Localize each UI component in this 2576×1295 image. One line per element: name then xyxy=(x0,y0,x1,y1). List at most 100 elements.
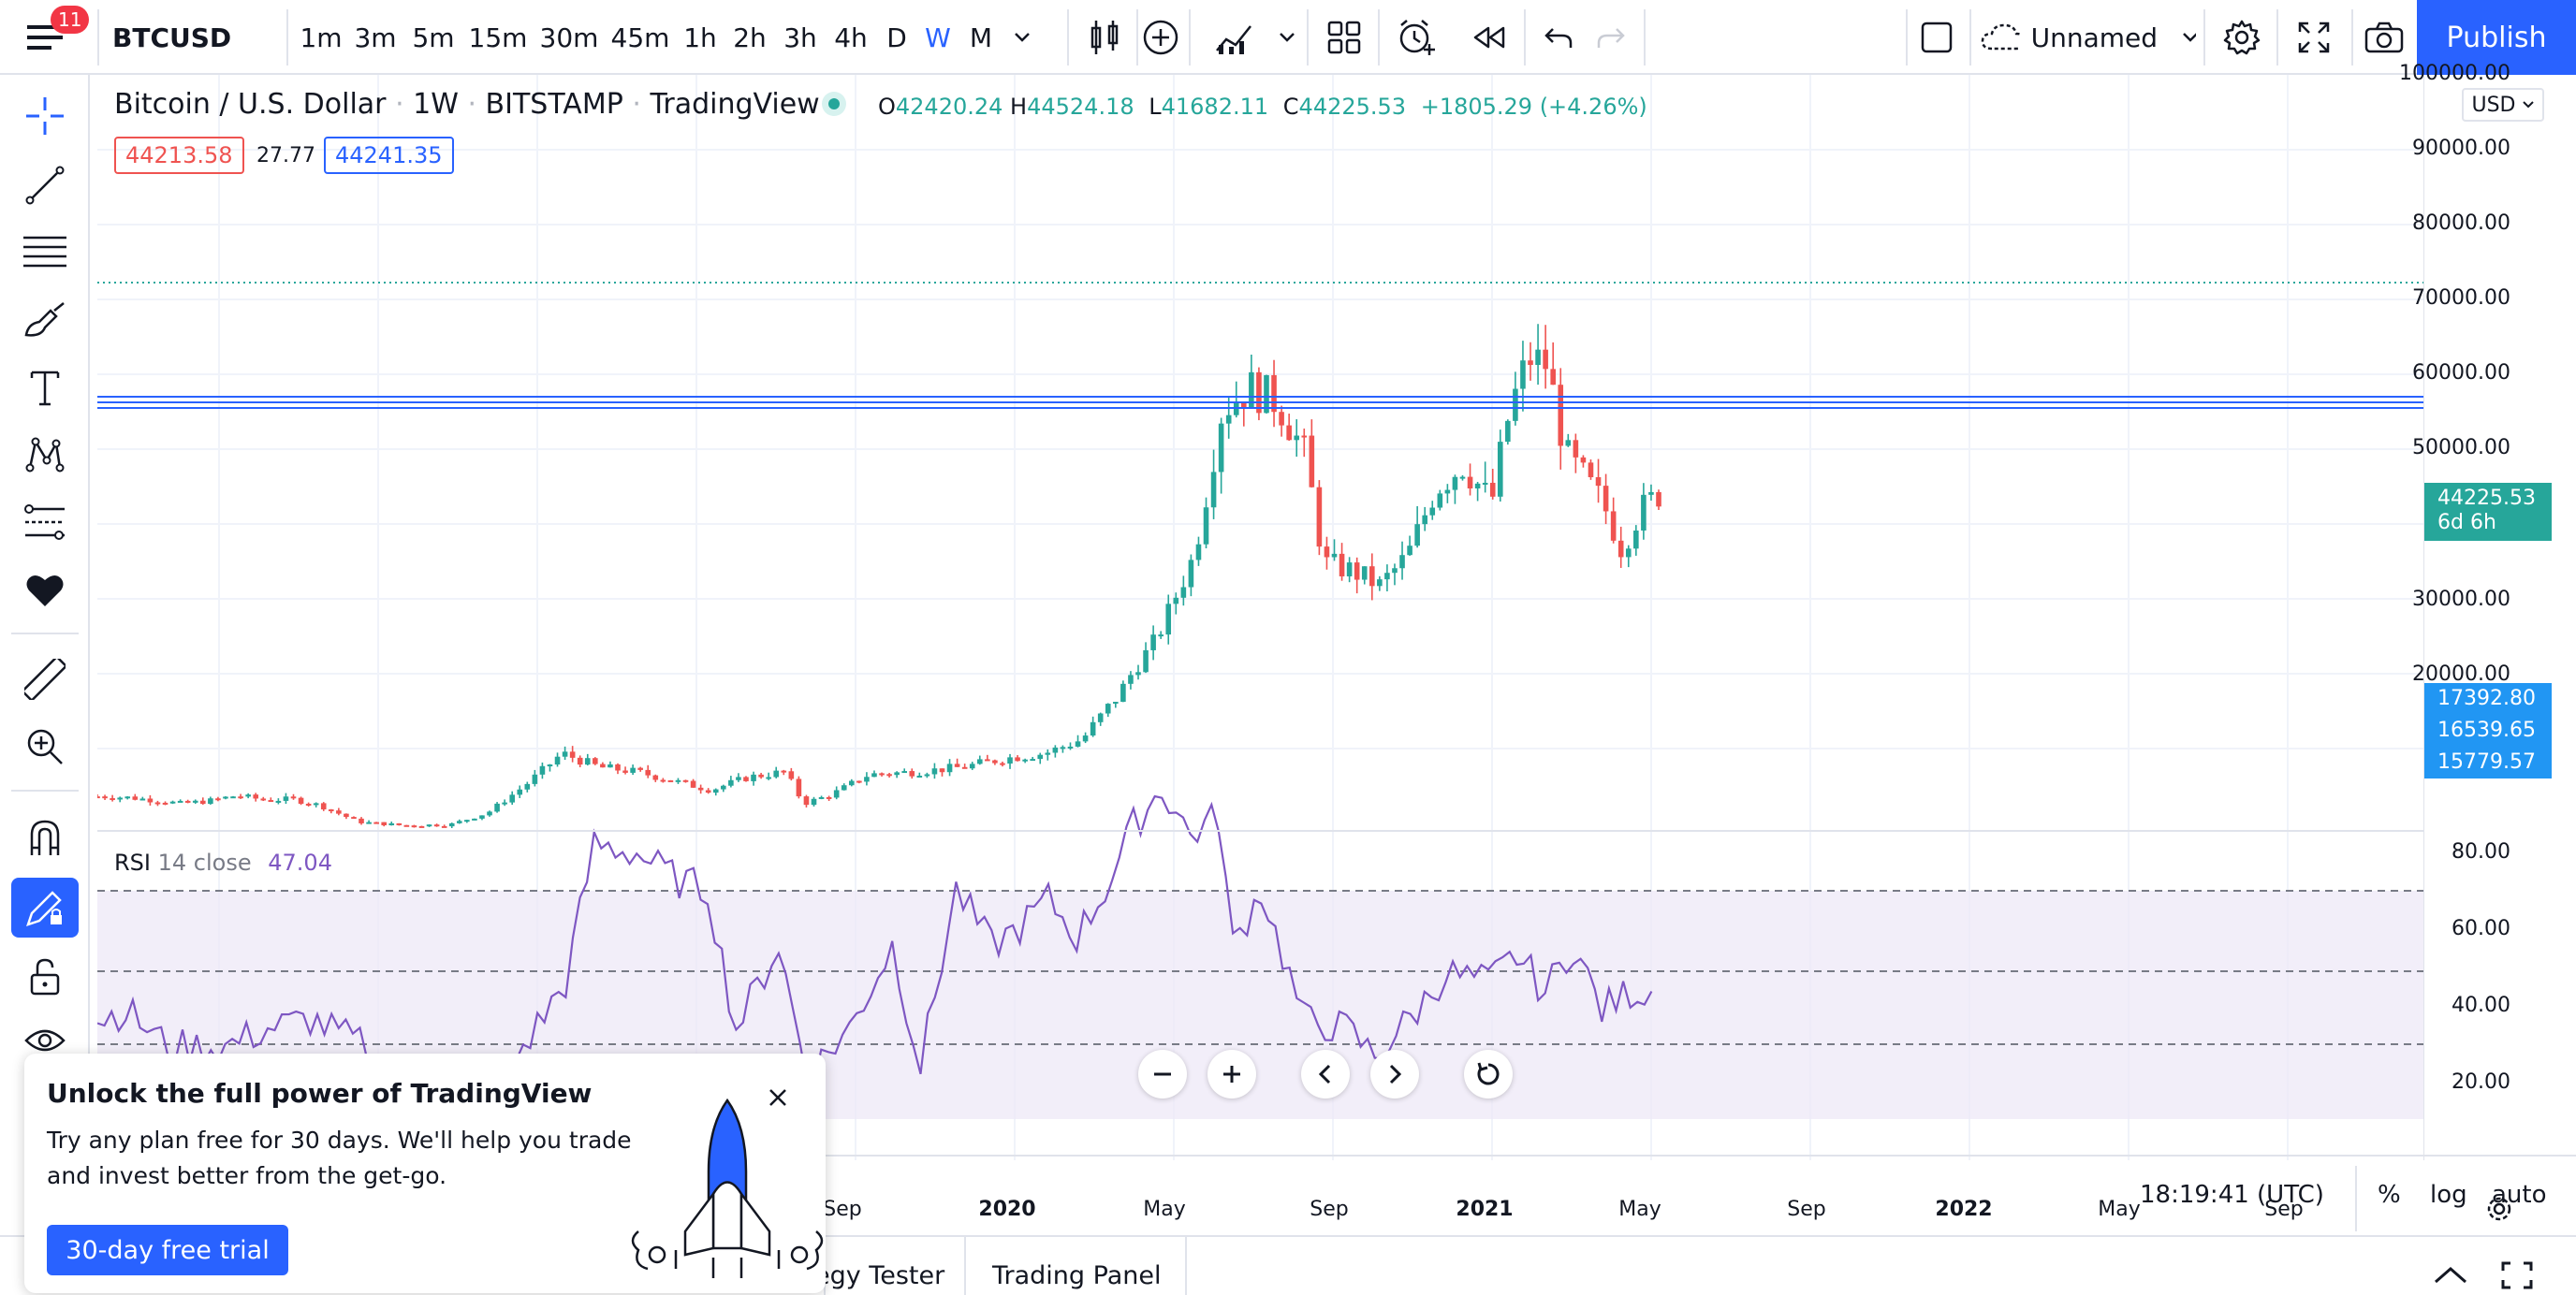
hline-label[interactable]: 16539.65 xyxy=(2424,715,2552,747)
hline-label[interactable]: 17392.80 xyxy=(2424,683,2552,715)
interval-15m[interactable]: 15m xyxy=(462,0,534,75)
candle-body xyxy=(1286,425,1292,441)
candle-body xyxy=(728,779,734,786)
scroll-right-button[interactable] xyxy=(1370,1050,1419,1099)
tab-trading-panel[interactable]: Trading Panel xyxy=(992,1261,1161,1290)
currency-dropdown[interactable]: USD xyxy=(2462,88,2544,122)
zoom-in-icon xyxy=(27,729,63,764)
stay-in-drawing-mode-tool[interactable] xyxy=(11,878,79,938)
plus-icon xyxy=(1223,1066,1240,1083)
alert-button[interactable] xyxy=(1389,0,1445,75)
free-trial-button[interactable]: 30-day free trial xyxy=(47,1225,288,1275)
reset-chart-button[interactable] xyxy=(1464,1050,1513,1099)
candle-body xyxy=(1543,349,1548,370)
candle-body xyxy=(736,777,741,780)
ohlc-values: O42420.24 H44524.18 L41682.11 C44225.53 … xyxy=(878,94,1647,120)
candle-body xyxy=(1573,440,1579,458)
candle-body xyxy=(1203,507,1209,545)
candle-body xyxy=(1316,487,1323,547)
scroll-left-button[interactable] xyxy=(1301,1050,1350,1099)
ohlc-high: 44524.18 xyxy=(1027,94,1134,120)
pattern-tool[interactable] xyxy=(11,425,79,485)
zoom-out-button[interactable] xyxy=(1138,1050,1187,1099)
interval-30m[interactable]: 30m xyxy=(534,0,605,75)
interval-1m[interactable]: 1m xyxy=(296,0,346,75)
chart-pane[interactable]: Bitcoin / U.S. Dollar · 1W · BITSTAMP · … xyxy=(97,62,2552,1221)
interval-dropdown[interactable] xyxy=(1003,0,1041,75)
maximize-panel-button[interactable] xyxy=(2501,1261,2533,1289)
candle-body xyxy=(630,767,636,773)
favorites-tool[interactable] xyxy=(11,560,79,619)
interval-bar: 1m 3m 5m 15m 30m 45m 1h 2h 3h 4h D W M xyxy=(296,0,1041,75)
rsi-value: 47.04 xyxy=(268,850,332,876)
candles-icon xyxy=(1090,21,1119,54)
alarm-clock-icon xyxy=(1399,20,1435,55)
trend-line-tool[interactable] xyxy=(11,155,79,215)
zoom-in-button[interactable] xyxy=(1208,1050,1256,1099)
candle-body xyxy=(916,776,923,778)
indicators-dropdown[interactable] xyxy=(1273,0,1301,75)
brush-tool[interactable] xyxy=(11,290,79,350)
candle-body xyxy=(1648,491,1654,495)
layout-templates-button[interactable] xyxy=(1316,0,1372,75)
fib-tool[interactable] xyxy=(11,223,79,283)
candle-body xyxy=(871,773,877,778)
expand-button[interactable] xyxy=(2278,0,2349,75)
interval-5m[interactable]: 5m xyxy=(404,0,462,75)
text-tool[interactable] xyxy=(11,357,79,417)
settings-button[interactable] xyxy=(2211,0,2273,75)
magnet-tool[interactable] xyxy=(11,808,79,868)
candle-body xyxy=(1407,546,1412,556)
interval-2h[interactable]: 2h xyxy=(724,0,775,75)
candle-body xyxy=(811,798,817,806)
interval-m[interactable]: M xyxy=(959,0,1003,75)
log-scale-toggle[interactable]: log xyxy=(2430,1181,2467,1209)
interval-45m[interactable]: 45m xyxy=(605,0,676,75)
collapse-panel-button[interactable] xyxy=(2432,1265,2469,1286)
date-tick: May xyxy=(1618,1198,1661,1221)
fullscreen-toggle[interactable] xyxy=(1913,0,1960,75)
candle-body xyxy=(1535,349,1541,366)
clock[interactable]: 18:19:41 (UTC) xyxy=(2140,1181,2324,1209)
layout-name-button[interactable]: Unnamed xyxy=(1981,0,2196,75)
chart-type-button[interactable] xyxy=(1076,0,1133,75)
interval-4h[interactable]: 4h xyxy=(826,0,876,75)
interval-w[interactable]: W xyxy=(917,0,959,75)
prediction-tool[interactable] xyxy=(11,492,79,552)
replay-button[interactable] xyxy=(1460,0,1516,75)
candle-body xyxy=(1617,540,1624,558)
candle-body xyxy=(1301,435,1308,438)
fib-retracement-icon xyxy=(23,236,66,268)
sell-price[interactable]: 44213.58 xyxy=(114,137,244,174)
lock-drawings-tool[interactable] xyxy=(11,947,79,1007)
buy-price[interactable]: 44241.35 xyxy=(324,137,454,174)
zoom-tool[interactable] xyxy=(11,717,79,777)
percent-scale-toggle[interactable]: % xyxy=(2378,1181,2401,1209)
candle-body xyxy=(1482,482,1488,485)
interval-d[interactable]: D xyxy=(876,0,917,75)
market-status-indicator[interactable] xyxy=(822,92,846,116)
interval-3h[interactable]: 3h xyxy=(775,0,826,75)
eye-icon xyxy=(24,1029,66,1052)
candle-body xyxy=(305,803,312,806)
interval-1h[interactable]: 1h xyxy=(676,0,724,75)
notification-badge[interactable]: 11 xyxy=(51,6,90,34)
candle-body xyxy=(1067,746,1074,749)
crosshair-tool[interactable] xyxy=(11,86,79,146)
auto-scale-toggle[interactable]: auto xyxy=(2492,1181,2547,1209)
indicators-button[interactable] xyxy=(1198,0,1273,75)
chart-canvas[interactable] xyxy=(97,75,2424,1160)
candle-body xyxy=(969,764,975,769)
candle-body xyxy=(1022,759,1028,762)
undo-button[interactable] xyxy=(1535,0,1582,75)
interval-3m[interactable]: 3m xyxy=(346,0,404,75)
candle-body xyxy=(1195,544,1202,560)
candle-body xyxy=(290,796,297,799)
candle-body xyxy=(1294,435,1300,441)
measure-tool[interactable] xyxy=(11,649,79,709)
symbol-search-button[interactable]: BTCUSD xyxy=(112,0,281,75)
redo-button[interactable] xyxy=(1588,0,1634,75)
hline-label[interactable]: 15779.57 xyxy=(2424,747,2552,778)
legend-exchange: BITSTAMP xyxy=(485,88,623,121)
compare-add-button[interactable] xyxy=(1138,0,1183,75)
